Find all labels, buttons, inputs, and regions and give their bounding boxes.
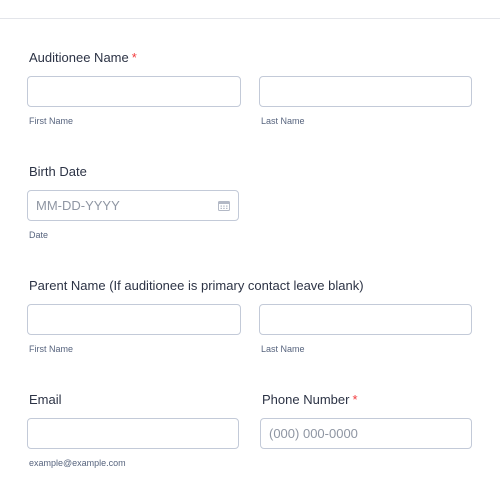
email-sublabel: example@example.com bbox=[29, 458, 126, 468]
auditionee-first-name-input[interactable] bbox=[27, 76, 241, 107]
phone-number-label-text: Phone Number bbox=[262, 392, 350, 407]
auditionee-last-name-input[interactable] bbox=[259, 76, 472, 107]
parent-first-name-sublabel: First Name bbox=[29, 344, 74, 354]
phone-number-label: Phone Number * bbox=[262, 392, 358, 407]
birth-date-input[interactable] bbox=[27, 190, 239, 221]
required-asterisk: * bbox=[352, 392, 358, 407]
birth-date-label: Birth Date bbox=[29, 164, 87, 179]
birth-date-sublabel: Date bbox=[29, 230, 49, 240]
auditionee-first-name-sublabel: First Name bbox=[29, 116, 74, 126]
required-asterisk: * bbox=[131, 50, 137, 65]
parent-last-name-input[interactable] bbox=[259, 304, 472, 335]
email-label: Email bbox=[29, 392, 62, 407]
phone-number-input[interactable] bbox=[260, 418, 472, 449]
parent-name-label: Parent Name (If auditionee is primary co… bbox=[29, 278, 364, 293]
parent-last-name-sublabel: Last Name bbox=[261, 344, 305, 354]
auditionee-name-label: Auditionee Name * bbox=[29, 50, 137, 65]
email-input[interactable] bbox=[27, 418, 239, 449]
auditionee-last-name-sublabel: Last Name bbox=[261, 116, 305, 126]
top-divider bbox=[0, 18, 500, 19]
auditionee-name-label-text: Auditionee Name bbox=[29, 50, 129, 65]
calendar-icon[interactable] bbox=[218, 200, 230, 211]
parent-first-name-input[interactable] bbox=[27, 304, 241, 335]
